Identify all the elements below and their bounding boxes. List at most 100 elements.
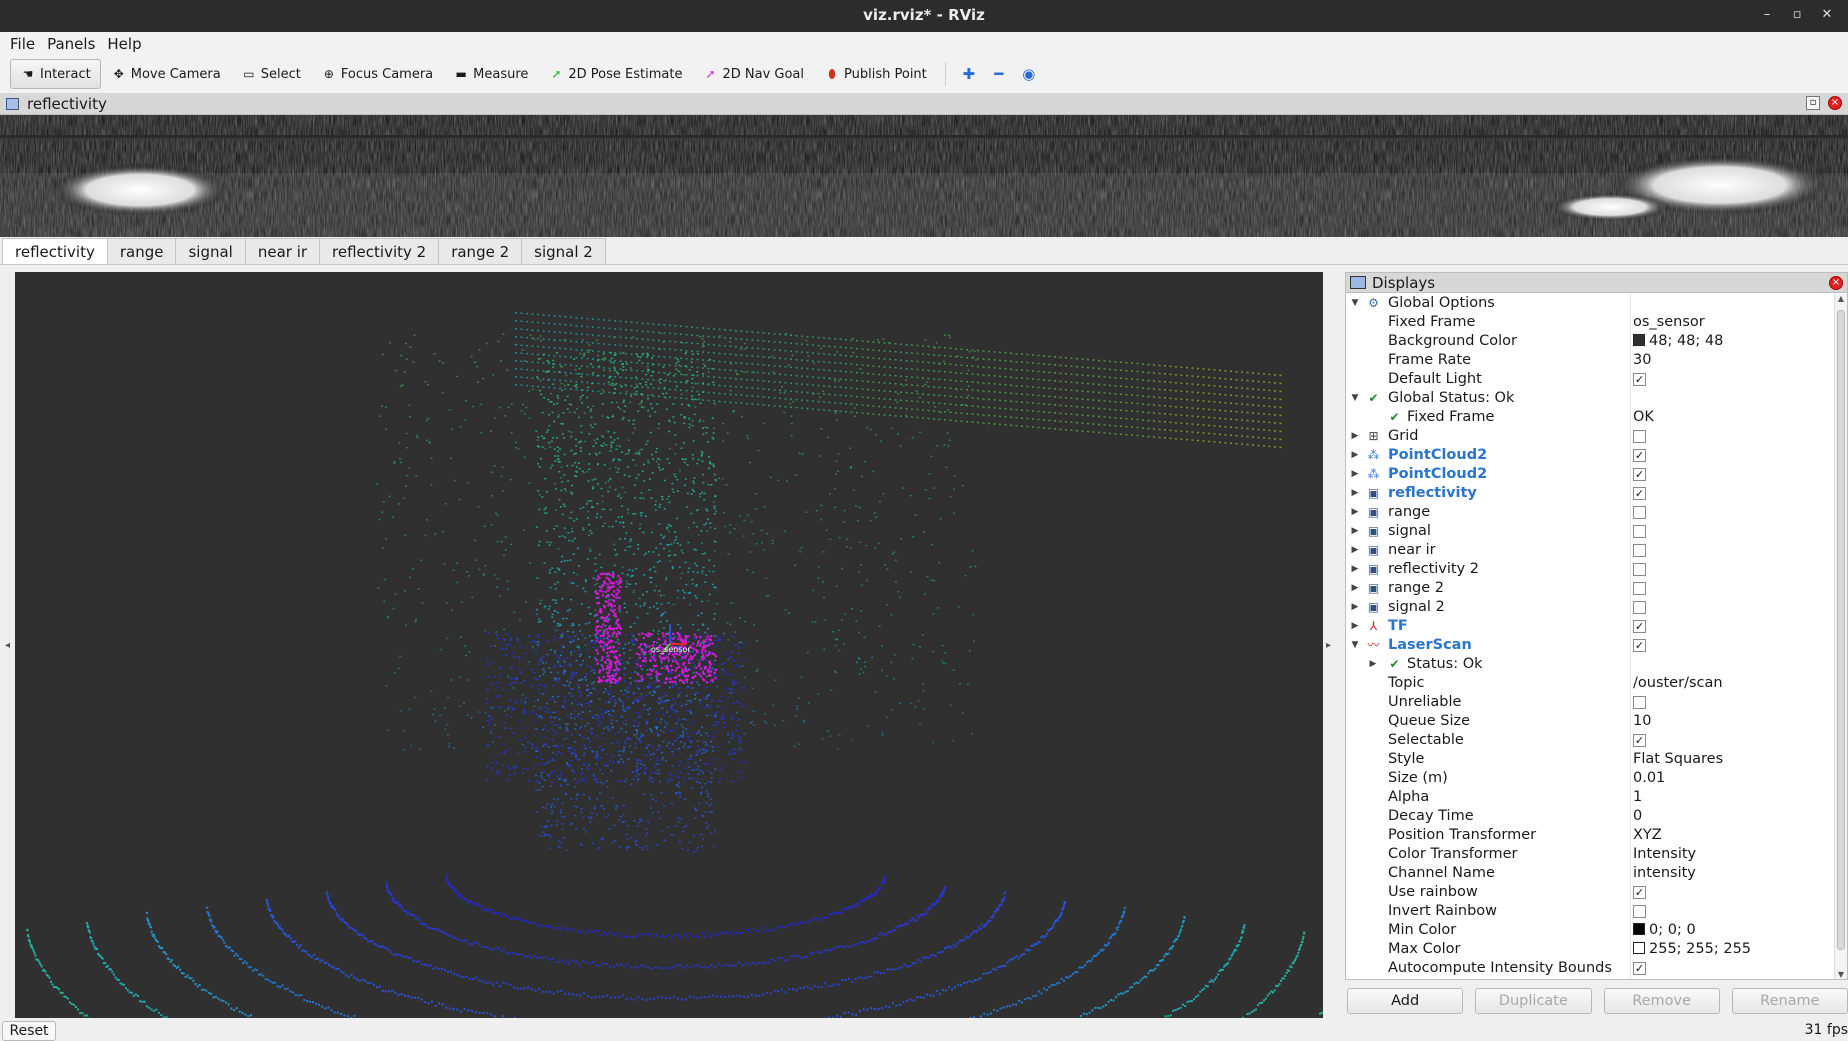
checkbox-unchecked[interactable] bbox=[1633, 525, 1646, 538]
checkbox-checked[interactable]: ✓ bbox=[1633, 734, 1646, 747]
display-row-value[interactable]: intensity bbox=[1633, 864, 1696, 883]
display-row-style[interactable]: StyleFlat Squares bbox=[1346, 750, 1834, 769]
checkbox-checked[interactable]: ✓ bbox=[1633, 639, 1646, 652]
checkbox-checked[interactable]: ✓ bbox=[1633, 449, 1646, 462]
reset-button[interactable]: Reset bbox=[2, 1021, 56, 1041]
tab-range[interactable]: range bbox=[107, 238, 177, 264]
checkbox-unchecked[interactable] bbox=[1633, 506, 1646, 519]
collapse-left-icon[interactable]: ◂ bbox=[5, 640, 10, 651]
expand-arrow-icon[interactable]: ▶ bbox=[1350, 465, 1360, 484]
display-row-value[interactable]: 30 bbox=[1633, 351, 1651, 370]
display-row-value[interactable]: OK bbox=[1633, 408, 1654, 427]
add-button[interactable]: Add bbox=[1347, 988, 1463, 1014]
tab-signal-2[interactable]: signal 2 bbox=[521, 238, 606, 264]
display-row-selectable[interactable]: Selectable✓ bbox=[1346, 731, 1834, 750]
scroll-up-icon[interactable]: ▲ bbox=[1835, 294, 1847, 303]
display-row-global-status-ok[interactable]: ▼✔Global Status: Ok bbox=[1346, 389, 1834, 408]
display-row-signal-2[interactable]: ▶▣signal 2 bbox=[1346, 598, 1834, 617]
display-row-decay-time[interactable]: Decay Time0 bbox=[1346, 807, 1834, 826]
duplicate-button[interactable]: Duplicate bbox=[1475, 988, 1591, 1014]
checkbox-unchecked[interactable] bbox=[1633, 582, 1646, 595]
color-swatch[interactable] bbox=[1633, 334, 1645, 346]
point-cloud-canvas[interactable]: os_sensor bbox=[15, 272, 1323, 1018]
checkbox-unchecked[interactable] bbox=[1633, 544, 1646, 557]
checkbox-checked[interactable]: ✓ bbox=[1633, 487, 1646, 500]
expand-arrow-icon[interactable]: ▶ bbox=[1350, 617, 1360, 636]
display-row-value[interactable]: XYZ bbox=[1633, 826, 1662, 845]
display-row-pointcloud2[interactable]: ▶⁂PointCloud2✓ bbox=[1346, 446, 1834, 465]
display-row-frame-rate[interactable]: Frame Rate30 bbox=[1346, 351, 1834, 370]
display-row-value[interactable]: 255; 255; 255 bbox=[1633, 940, 1751, 959]
view-options-icon[interactable]: ◉ bbox=[1014, 65, 1044, 83]
display-row-size-m-[interactable]: Size (m)0.01 bbox=[1346, 769, 1834, 788]
rename-button[interactable]: Rename bbox=[1732, 988, 1848, 1014]
expand-arrow-icon[interactable]: ▶ bbox=[1350, 446, 1360, 465]
close-panel-icon[interactable]: × bbox=[1829, 276, 1843, 290]
color-swatch[interactable] bbox=[1633, 942, 1645, 954]
close-panel-icon[interactable]: × bbox=[1828, 96, 1842, 110]
menu-file[interactable]: File bbox=[10, 35, 35, 53]
display-row-value[interactable]: Flat Squares bbox=[1633, 750, 1723, 769]
close-icon[interactable]: ✕ bbox=[1812, 0, 1842, 30]
checkbox-unchecked[interactable] bbox=[1633, 601, 1646, 614]
display-row-value[interactable]: os_sensor bbox=[1633, 313, 1705, 332]
displays-scrollbar[interactable]: ▲ ▼ bbox=[1834, 294, 1847, 979]
display-row-range-2[interactable]: ▶▣range 2 bbox=[1346, 579, 1834, 598]
checkbox-checked[interactable]: ✓ bbox=[1633, 373, 1646, 386]
maximize-icon[interactable]: ▫ bbox=[1782, 0, 1812, 30]
display-row-use-rainbow[interactable]: Use rainbow✓ bbox=[1346, 883, 1834, 902]
tool-focus-camera-button[interactable]: ⊕Focus Camera bbox=[311, 59, 443, 89]
color-swatch[interactable] bbox=[1633, 923, 1645, 935]
expand-arrow-icon[interactable]: ▶ bbox=[1350, 541, 1360, 560]
tab-signal[interactable]: signal bbox=[175, 238, 245, 264]
display-row-default-light[interactable]: Default Light✓ bbox=[1346, 370, 1834, 389]
expand-arrow-icon[interactable]: ▶ bbox=[1350, 560, 1360, 579]
checkbox-checked[interactable]: ✓ bbox=[1633, 962, 1646, 975]
display-row-signal[interactable]: ▶▣signal bbox=[1346, 522, 1834, 541]
display-row-range[interactable]: ▶▣range bbox=[1346, 503, 1834, 522]
minimize-icon[interactable]: – bbox=[1752, 0, 1782, 30]
display-row-autocompute-intensity-bounds[interactable]: Autocompute Intensity Bounds✓ bbox=[1346, 959, 1834, 978]
display-row-laserscan[interactable]: ▼〰LaserScan✓ bbox=[1346, 636, 1834, 655]
tool-move-camera-button[interactable]: ✥Move Camera bbox=[101, 59, 231, 89]
remove-button[interactable]: Remove bbox=[1604, 988, 1720, 1014]
3d-render-view[interactable]: os_sensor bbox=[15, 272, 1323, 1018]
display-row-fixed-frame[interactable]: Fixed Frameos_sensor bbox=[1346, 313, 1834, 332]
display-row-value[interactable]: 0; 0; 0 bbox=[1633, 921, 1696, 940]
display-row-topic[interactable]: Topic/ouster/scan bbox=[1346, 674, 1834, 693]
tab-range-2[interactable]: range 2 bbox=[438, 238, 522, 264]
tab-reflectivity[interactable]: reflectivity bbox=[2, 238, 108, 264]
display-row-value[interactable]: Intensity bbox=[1633, 845, 1696, 864]
display-row-value[interactable]: /ouster/scan bbox=[1633, 674, 1723, 693]
expand-arrow-icon[interactable]: ▶ bbox=[1350, 484, 1360, 503]
expand-arrow-icon[interactable]: ▶ bbox=[1350, 427, 1360, 446]
undock-icon[interactable]: ▫ bbox=[1806, 96, 1820, 110]
collapse-right-icon[interactable]: ▸ bbox=[1326, 640, 1331, 651]
display-row-status-ok[interactable]: ▶✔Status: Ok bbox=[1346, 655, 1834, 674]
checkbox-unchecked[interactable] bbox=[1633, 696, 1646, 709]
display-row-alpha[interactable]: Alpha1 bbox=[1346, 788, 1834, 807]
display-row-grid[interactable]: ▶⊞Grid bbox=[1346, 427, 1834, 446]
display-row-unreliable[interactable]: Unreliable bbox=[1346, 693, 1834, 712]
display-row-channel-name[interactable]: Channel Nameintensity bbox=[1346, 864, 1834, 883]
display-row-fixed-frame[interactable]: ✔Fixed FrameOK bbox=[1346, 408, 1834, 427]
tool-publish-point-button[interactable]: ⬮Publish Point bbox=[814, 59, 937, 89]
checkbox-unchecked[interactable] bbox=[1633, 563, 1646, 576]
scrollbar-thumb[interactable] bbox=[1837, 310, 1845, 950]
checkbox-unchecked[interactable] bbox=[1633, 905, 1646, 918]
tool-interact-button[interactable]: ☚Interact bbox=[10, 59, 101, 89]
display-row-value[interactable]: 48; 48; 48 bbox=[1633, 332, 1723, 351]
display-row-min-color[interactable]: Min Color0; 0; 0 bbox=[1346, 921, 1834, 940]
display-row-pointcloud2[interactable]: ▶⁂PointCloud2✓ bbox=[1346, 465, 1834, 484]
display-row-value[interactable]: 10 bbox=[1633, 712, 1651, 731]
tab-near-ir[interactable]: near ir bbox=[245, 238, 320, 264]
tab-reflectivity-2[interactable]: reflectivity 2 bbox=[319, 238, 439, 264]
checkbox-checked[interactable]: ✓ bbox=[1633, 468, 1646, 481]
checkbox-checked[interactable]: ✓ bbox=[1633, 620, 1646, 633]
display-row-reflectivity-2[interactable]: ▶▣reflectivity 2 bbox=[1346, 560, 1834, 579]
display-row-invert-rainbow[interactable]: Invert Rainbow bbox=[1346, 902, 1834, 921]
display-row-tf[interactable]: ▶⅄TF✓ bbox=[1346, 617, 1834, 636]
tool-select-button[interactable]: ▭Select bbox=[231, 59, 311, 89]
menu-help[interactable]: Help bbox=[107, 35, 141, 53]
expand-arrow-icon[interactable]: ▶ bbox=[1368, 655, 1378, 674]
